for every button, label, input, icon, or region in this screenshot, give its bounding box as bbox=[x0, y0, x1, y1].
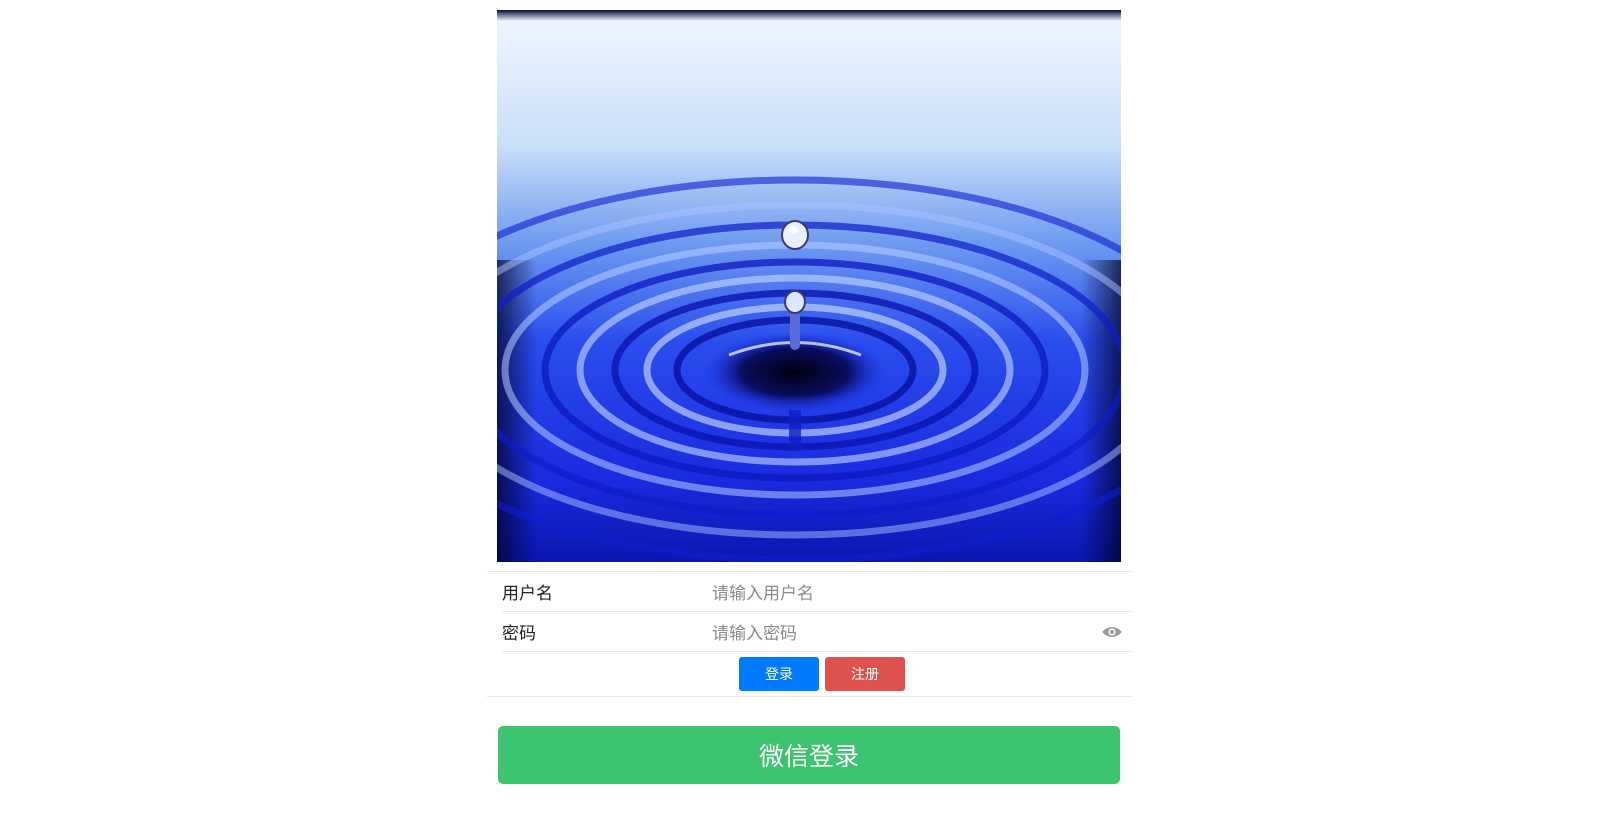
hero-image bbox=[497, 10, 1121, 562]
action-buttons: 登录 注册 bbox=[487, 652, 1131, 696]
login-page: 用户名 请输入用户名 密码 请输入密码 登录 注册 微信登录 bbox=[0, 0, 1607, 836]
password-input[interactable]: 请输入密码 bbox=[712, 619, 1131, 644]
eye-icon[interactable] bbox=[1101, 625, 1123, 639]
password-row: 密码 请输入密码 bbox=[502, 612, 1131, 652]
wechat-login-button[interactable]: 微信登录 bbox=[498, 726, 1120, 784]
username-label: 用户名 bbox=[502, 584, 553, 604]
username-input[interactable]: 请输入用户名 bbox=[712, 579, 1131, 604]
login-button[interactable]: 登录 bbox=[739, 657, 819, 691]
password-label: 密码 bbox=[502, 624, 536, 644]
username-row: 用户名 请输入用户名 bbox=[502, 572, 1131, 612]
login-form: 用户名 请输入用户名 密码 请输入密码 登录 注册 bbox=[487, 571, 1131, 697]
water-drop-image bbox=[497, 10, 1121, 562]
register-button[interactable]: 注册 bbox=[825, 657, 905, 691]
